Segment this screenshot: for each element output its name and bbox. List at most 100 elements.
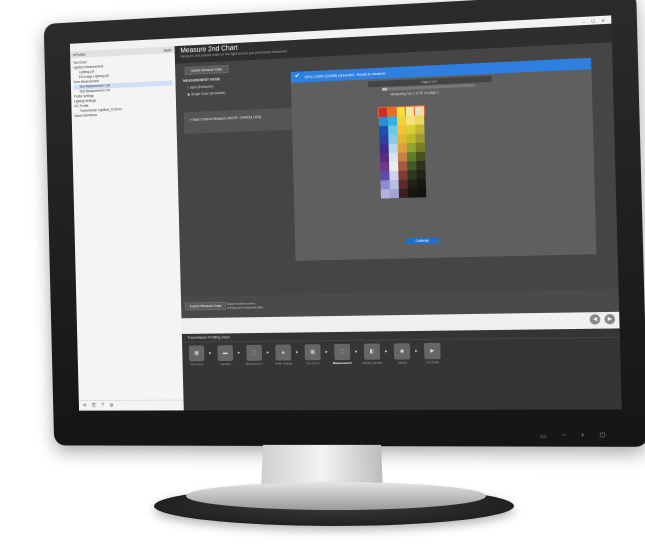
chevron-right-icon: » [189, 117, 192, 122]
measurement-mode-options: MEASUREMENT MODE ○ Spot (Emissive) ◉ Sin… [183, 74, 289, 100]
step-icon: ⬚ [246, 344, 263, 361]
step-icon: ⬚ [334, 343, 351, 361]
color-patch [416, 179, 426, 189]
step-label: Test Chart 2 [305, 362, 320, 366]
color-patch [406, 152, 417, 162]
color-patch [398, 188, 409, 199]
color-patch [416, 188, 427, 198]
minus-button-icon[interactable]: − [561, 432, 566, 440]
check-icon: ✔ [294, 73, 300, 80]
maximize-button[interactable]: ☐ [591, 18, 595, 23]
radio-spot-label: Spot (Emissive) [189, 84, 214, 90]
monitor-bezel: – ☐ ✕ i1Profiler Basic Test Chart Lightb… [43, 0, 645, 447]
step-item[interactable]: ▬ Light Box [215, 345, 237, 366]
color-patch [407, 170, 417, 180]
color-patch [415, 133, 425, 143]
power-button-icon[interactable]: ⏻ [600, 432, 606, 440]
color-patch [377, 106, 389, 119]
export-measure-button[interactable]: Export Measure Data [184, 301, 227, 311]
step-label: Measurement 2 [333, 361, 352, 366]
step-item[interactable]: ▦ Test Chart 1 [186, 345, 207, 366]
step-item[interactable]: ⬚ Measurement 1 [243, 344, 265, 366]
color-patch [407, 161, 417, 171]
home-icon[interactable]: ⟲ [83, 403, 87, 409]
nav-buttons: ◀ ▶ [589, 313, 616, 325]
step-item[interactable]: ◧ Viewing Light Box [361, 343, 383, 365]
step-item[interactable]: ▲ Profile Settings [272, 344, 294, 366]
input-button-icon[interactable]: ▭ [540, 432, 547, 440]
monitor-buttons: ▭ − + ⏻ [540, 432, 606, 440]
color-patch [396, 116, 407, 126]
panel-title: Basic [163, 47, 172, 53]
color-patch [398, 161, 408, 171]
step-icon: ▬ [217, 345, 234, 362]
select-measure-button[interactable]: Select Measure Date [184, 65, 229, 76]
export-note: Export include current settings and meas… [226, 301, 263, 310]
step-icon: ▶ [423, 342, 441, 360]
color-patch [380, 171, 390, 181]
color-patch [379, 153, 390, 163]
sidebar: i1Profiler Basic Test Chart Lightbox Mea… [70, 46, 184, 411]
workflow-steps: Transmission Profiling Steps ▦ Test Chart… [181, 328, 622, 411]
sidebar-footer: ⟲ ⎘ ? ⚙ [78, 399, 184, 411]
color-patch [388, 152, 399, 163]
step-icon: ◧ [363, 343, 381, 360]
instruction-box: » Start Chart to Measure (NOTE: CANCELLE… [183, 107, 293, 134]
help-icon[interactable]: ? [101, 403, 104, 409]
color-patch [380, 162, 390, 172]
step-icon: ▲ [275, 344, 292, 361]
gear-icon[interactable]: ⚙ [109, 403, 113, 409]
color-patch [379, 143, 389, 154]
color-patch [407, 179, 417, 189]
color-patch [407, 188, 418, 198]
color-patch [389, 161, 399, 172]
plus-button-icon[interactable]: + [580, 432, 585, 440]
main-panel: Measure 2nd Chart Measure 2nd printed ch… [174, 23, 622, 411]
step-icon: ▦ [304, 344, 321, 361]
step-label: ICC Profile [426, 361, 439, 365]
previous-button[interactable]: ◀ [589, 314, 601, 325]
next-button[interactable]: ▶ [604, 313, 616, 325]
radio-scan[interactable]: ◉ Single Scan (Emissive) [187, 88, 289, 97]
workflow-tree: Test Chart Lightbox Measurement Lighting… [70, 53, 176, 122]
steps-row: ▦ Test Chart 1 ▸ ▬ Light Box ▸ ⬚ Measurement 1 ▸… [186, 341, 616, 366]
color-patch [397, 152, 408, 162]
step-label: Test Chart 1 [190, 363, 204, 367]
step-label: Profile Settings [275, 362, 293, 366]
step-item[interactable]: ⬚ Measurement 2 [331, 343, 353, 366]
device-status-text: i1Pro 2 (S/N 123456) connected - Ready t… [304, 71, 386, 79]
color-patch [415, 124, 425, 134]
color-patch [397, 134, 407, 144]
color-patch [415, 142, 426, 153]
color-patch-chart [377, 105, 442, 209]
monitor-base-top [186, 482, 486, 510]
color-patch [379, 134, 389, 145]
step-label: Light Box [220, 362, 231, 366]
screen: – ☐ ✕ i1Profiler Basic Test Chart Lightb… [69, 15, 622, 411]
calibrate-button[interactable]: Calibrate [406, 237, 439, 245]
color-patch [388, 125, 398, 135]
color-patch [416, 169, 426, 180]
color-patch [389, 188, 400, 199]
content-area: Select Measure Date MEASUREMENT MODE ○ S… [175, 42, 619, 297]
color-patch [406, 124, 416, 135]
color-patch [406, 133, 416, 144]
color-patch [389, 170, 399, 181]
chart-preview-pane: ✔ i1Pro 2 (S/N 123456) connected - Ready… [290, 57, 597, 261]
app-title: i1Profiler [72, 52, 86, 57]
minimize-button[interactable]: – [583, 18, 585, 23]
color-patch [397, 125, 407, 135]
color-patch [406, 142, 416, 153]
color-patch [415, 151, 426, 162]
step-item[interactable]: ▦ Test Chart 2 [302, 344, 324, 365]
step-icon: ◉ [393, 343, 411, 360]
step-item[interactable]: ◉ Lighting [391, 343, 414, 365]
color-patch [405, 115, 416, 126]
color-patch [380, 180, 390, 190]
copy-icon[interactable]: ⎘ [92, 403, 96, 409]
color-patch [415, 115, 425, 125]
color-patch [404, 105, 417, 118]
close-button[interactable]: ✕ [601, 17, 605, 22]
step-item[interactable]: ▶ ICC Profile [421, 342, 444, 365]
step-label: Lighting [397, 361, 407, 365]
